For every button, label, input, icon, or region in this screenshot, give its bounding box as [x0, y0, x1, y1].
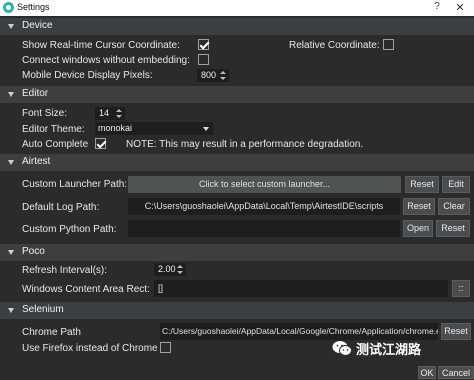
- performance-note: NOTE: This may result in a performance d…: [126, 139, 364, 150]
- default-log-path-label: Default Log Path:: [22, 202, 100, 213]
- mobile-pixels-label: Mobile Device Display Pixels:: [22, 70, 153, 81]
- chrome-path-label: Chrome Path: [22, 327, 81, 338]
- python-open-button[interactable]: Open: [403, 220, 433, 237]
- connect-windows-label: Connect windows without embedding:: [22, 55, 190, 66]
- chevron-down-icon: [203, 127, 209, 131]
- launcher-reset-button[interactable]: Reset: [405, 176, 439, 193]
- custom-launcher-label: Custom Launcher Path:: [22, 179, 128, 190]
- collapse-arrow-icon: [8, 160, 14, 165]
- content-area-rect-label: Windows Content Area Rect:: [22, 284, 150, 295]
- ok-button[interactable]: OK: [418, 366, 436, 379]
- use-firefox-checkbox[interactable]: [160, 342, 171, 353]
- collapse-arrow-icon: [8, 308, 14, 313]
- spin-arrows-icon[interactable]: [220, 71, 226, 81]
- launcher-edit-button[interactable]: Edit: [442, 176, 470, 193]
- section-header-editor[interactable]: Editor: [0, 86, 474, 103]
- content-area-rect-field[interactable]: []: [154, 280, 448, 297]
- editor-theme-value: monokai: [98, 123, 133, 133]
- section-header-selenium[interactable]: Selenium: [0, 302, 474, 319]
- collapse-arrow-icon: [8, 24, 14, 29]
- settings-panel: Device Show Real-time Cursor Coordinate:…: [0, 16, 474, 380]
- font-size-spinbox[interactable]: 14: [95, 107, 125, 120]
- refresh-interval-value: 2.00: [158, 264, 176, 274]
- custom-launcher-button[interactable]: Click to select custom launcher...: [128, 176, 401, 193]
- rect-picker-button[interactable]: ::: [452, 280, 470, 297]
- window-title: Settings: [17, 2, 50, 12]
- wechat-icon: [332, 341, 352, 356]
- watermark: 测试江湖路: [332, 338, 472, 360]
- section-header-airtest[interactable]: Airtest: [0, 154, 474, 171]
- section-header-device[interactable]: Device: [0, 18, 474, 35]
- relative-coordinate-checkbox[interactable]: [383, 39, 394, 50]
- auto-complete-checkbox[interactable]: [95, 138, 106, 149]
- python-reset-button[interactable]: Reset: [436, 220, 470, 237]
- collapse-arrow-icon: [8, 92, 14, 97]
- mobile-pixels-spinbox[interactable]: 800: [197, 69, 229, 82]
- cursor-coordinate-label: Show Real-time Cursor Coordinate:: [22, 40, 180, 51]
- auto-complete-label: Auto Complete: [22, 139, 89, 150]
- connect-windows-checkbox[interactable]: [198, 54, 209, 65]
- spin-arrows-icon[interactable]: [177, 265, 183, 275]
- mobile-pixels-value: 800: [201, 70, 217, 80]
- collapse-arrow-icon: [8, 250, 14, 255]
- relative-coordinate-label: Relative Coordinate:: [289, 40, 380, 51]
- cursor-coordinate-checkbox[interactable]: [198, 39, 209, 50]
- custom-python-label: Custom Python Path:: [22, 224, 117, 235]
- cancel-button[interactable]: Cancel: [438, 366, 474, 379]
- editor-theme-select[interactable]: monokai: [95, 122, 213, 135]
- spin-arrows-icon[interactable]: [116, 109, 122, 119]
- section-title: Poco: [22, 246, 45, 257]
- watermark-text: 测试江湖路: [356, 342, 422, 357]
- section-title: Selenium: [22, 304, 64, 315]
- refresh-interval-spinbox[interactable]: 2.00: [154, 263, 186, 276]
- help-button[interactable]: ?: [430, 1, 444, 15]
- title-bar: Settings ? ✕: [0, 0, 474, 16]
- editor-theme-label: Editor Theme:: [22, 124, 85, 135]
- font-size-value: 14: [99, 108, 110, 118]
- custom-python-field[interactable]: [128, 220, 400, 237]
- log-clear-button[interactable]: Clear: [438, 198, 470, 215]
- section-title: Airtest: [22, 156, 51, 167]
- section-title: Device: [22, 20, 53, 31]
- section-title: Editor: [22, 88, 49, 99]
- font-size-label: Font Size:: [22, 108, 68, 119]
- app-icon: [3, 2, 14, 13]
- log-reset-button[interactable]: Reset: [403, 198, 435, 215]
- section-header-poco[interactable]: Poco: [0, 244, 474, 261]
- default-log-path-field[interactable]: C:\Users\guoshaolei\AppData\Local\Temp\A…: [128, 198, 400, 215]
- refresh-interval-label: Refresh Interval(s):: [22, 265, 108, 276]
- use-firefox-label: Use Firefox instead of Chrome: [22, 343, 158, 354]
- close-button[interactable]: ✕: [452, 1, 468, 15]
